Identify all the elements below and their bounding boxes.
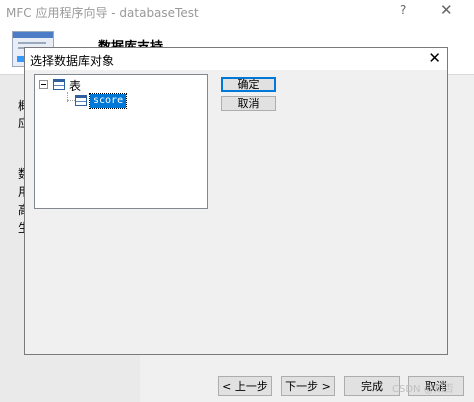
cancel-button[interactable]: 取消 <box>221 96 276 111</box>
dialog-title: 选择数据库对象 <box>30 54 115 68</box>
ok-button[interactable]: 确定 <box>221 77 276 92</box>
db-object-tree[interactable]: 表 score <box>34 74 208 209</box>
watermark: CSDN @知否 <box>392 384 454 395</box>
tree-node-score[interactable]: score <box>88 93 128 109</box>
wizard-title: MFC 应用程序向导 - databaseTest <box>6 6 199 20</box>
back-button[interactable]: < 上一步 <box>218 376 272 396</box>
help-button[interactable]: ? <box>400 3 406 17</box>
tree-node-tables[interactable]: 表 <box>69 77 81 94</box>
dialog-close-button[interactable]: ✕ <box>428 49 441 67</box>
wizard-titlebar: MFC 应用程序向导 - databaseTest ? ✕ <box>0 0 474 22</box>
wizard-close-button[interactable]: ✕ <box>440 1 453 19</box>
dialog-titlebar: 选择数据库对象 ✕ <box>25 48 447 70</box>
collapse-toggle-icon[interactable] <box>39 80 48 89</box>
select-db-object-dialog: 选择数据库对象 ✕ 表 score 确定 取消 <box>24 47 448 355</box>
next-button[interactable]: 下一步 > <box>281 376 335 396</box>
table-icon <box>75 95 87 106</box>
tables-folder-icon <box>53 79 65 90</box>
